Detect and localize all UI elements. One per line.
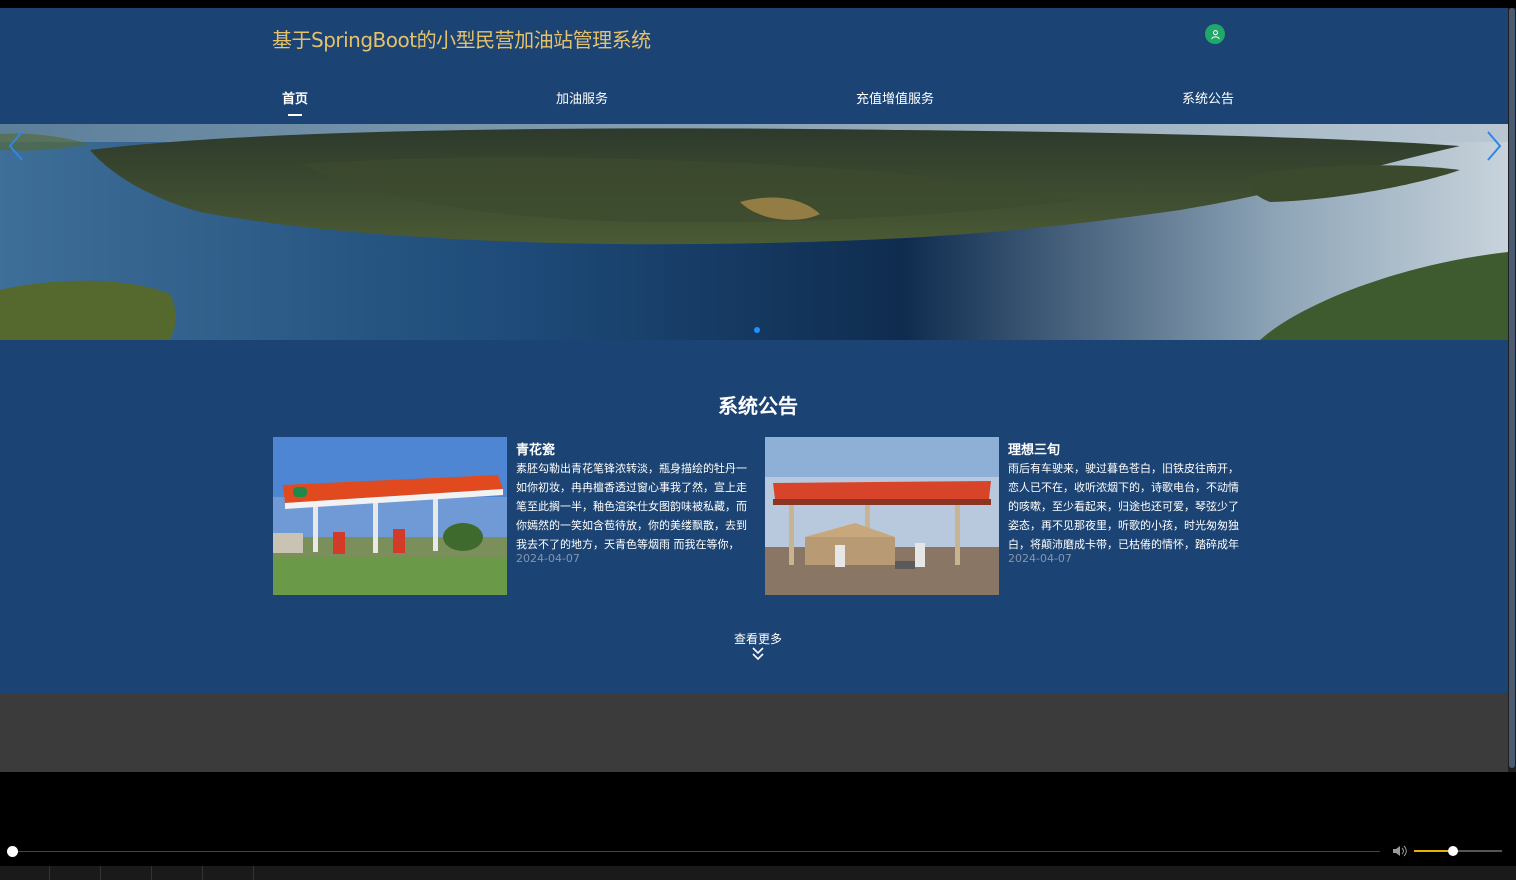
volume-slider-knob[interactable] bbox=[1448, 846, 1458, 856]
announcement-date: 2024-04-07 bbox=[1008, 552, 1072, 565]
user-icon bbox=[1210, 29, 1220, 39]
announcements-section: 系统公告 青花瓷 素胚勾勒出青花笔锋浓转淡，瓶身描绘的牡丹一如你初妆，冉冉檀香透… bbox=[0, 340, 1508, 693]
page-scrollbar[interactable] bbox=[1508, 8, 1516, 772]
taskbar-slot[interactable] bbox=[0, 866, 50, 880]
volume-slider[interactable] bbox=[1414, 850, 1502, 852]
playback-progress-track[interactable] bbox=[14, 851, 1380, 852]
announcement-excerpt: 雨后有车驶来，驶过暮色苍白，旧铁皮往南开，恋人已不在，收听浓烟下的，诗歌电台，不… bbox=[1008, 462, 1239, 551]
nav-item-refuel-service[interactable]: 加油服务 bbox=[556, 88, 608, 107]
site-title: 基于SpringBoot的小型民营加油站管理系统 bbox=[272, 28, 651, 52]
nav-item-home[interactable]: 首页 bbox=[282, 88, 308, 107]
banner-prev-arrow[interactable] bbox=[4, 128, 28, 164]
announcement-date: 2024-04-07 bbox=[516, 552, 580, 565]
user-avatar[interactable] bbox=[1205, 24, 1225, 44]
announcement-image[interactable] bbox=[765, 437, 999, 595]
playback-progress-knob[interactable] bbox=[7, 846, 18, 857]
announcement-title[interactable]: 理想三旬 bbox=[1008, 439, 1060, 458]
announcement-card[interactable]: 理想三旬 雨后有车驶来，驶过暮色苍白，旧铁皮往南开，恋人已不在，收听浓烟下的，诗… bbox=[765, 437, 1245, 595]
nav-item-announcements[interactable]: 系统公告 bbox=[1182, 88, 1234, 107]
taskbar-slot[interactable] bbox=[50, 866, 101, 880]
video-player-controls bbox=[0, 772, 1516, 880]
announcement-card[interactable]: 青花瓷 素胚勾勒出青花笔锋浓转淡，瓶身描绘的牡丹一如你初妆，冉冉檀香透过窗心事我… bbox=[273, 437, 753, 595]
double-chevron-down-icon[interactable] bbox=[750, 646, 766, 662]
taskbar-slot[interactable] bbox=[152, 866, 203, 880]
announcement-title[interactable]: 青花瓷 bbox=[516, 439, 555, 458]
window-top-strip bbox=[0, 0, 1516, 8]
announcement-excerpt: 素胚勾勒出青花笔锋浓转淡，瓶身描绘的牡丹一如你初妆，冉冉檀香透过窗心事我了然，宣… bbox=[516, 462, 747, 551]
nav-item-recharge-service[interactable]: 充值增值服务 bbox=[856, 88, 934, 107]
site-header: 基于SpringBoot的小型民营加油站管理系统 bbox=[0, 8, 1508, 70]
main-nav: 首页 加油服务 充值增值服务 系统公告 bbox=[0, 70, 1508, 124]
speaker-icon[interactable] bbox=[1392, 844, 1408, 858]
banner-carousel[interactable] bbox=[0, 124, 1508, 340]
banner-landscape-image bbox=[0, 124, 1508, 340]
nav-active-underline bbox=[288, 114, 302, 116]
view-more-link[interactable]: 查看更多 bbox=[0, 630, 1508, 647]
banner-next-arrow[interactable] bbox=[1482, 128, 1506, 164]
taskbar-slot[interactable] bbox=[203, 866, 254, 880]
page-footer bbox=[0, 693, 1508, 772]
taskbar-slot[interactable] bbox=[101, 866, 152, 880]
announcement-image[interactable] bbox=[273, 437, 507, 595]
taskbar bbox=[0, 866, 1516, 880]
announcements-title: 系统公告 bbox=[718, 394, 798, 418]
banner-indicator-dot[interactable] bbox=[754, 327, 760, 333]
scrollbar-thumb[interactable] bbox=[1509, 8, 1515, 768]
web-page: 基于SpringBoot的小型民营加油站管理系统 首页 加油服务 充值增值服务 … bbox=[0, 8, 1508, 772]
